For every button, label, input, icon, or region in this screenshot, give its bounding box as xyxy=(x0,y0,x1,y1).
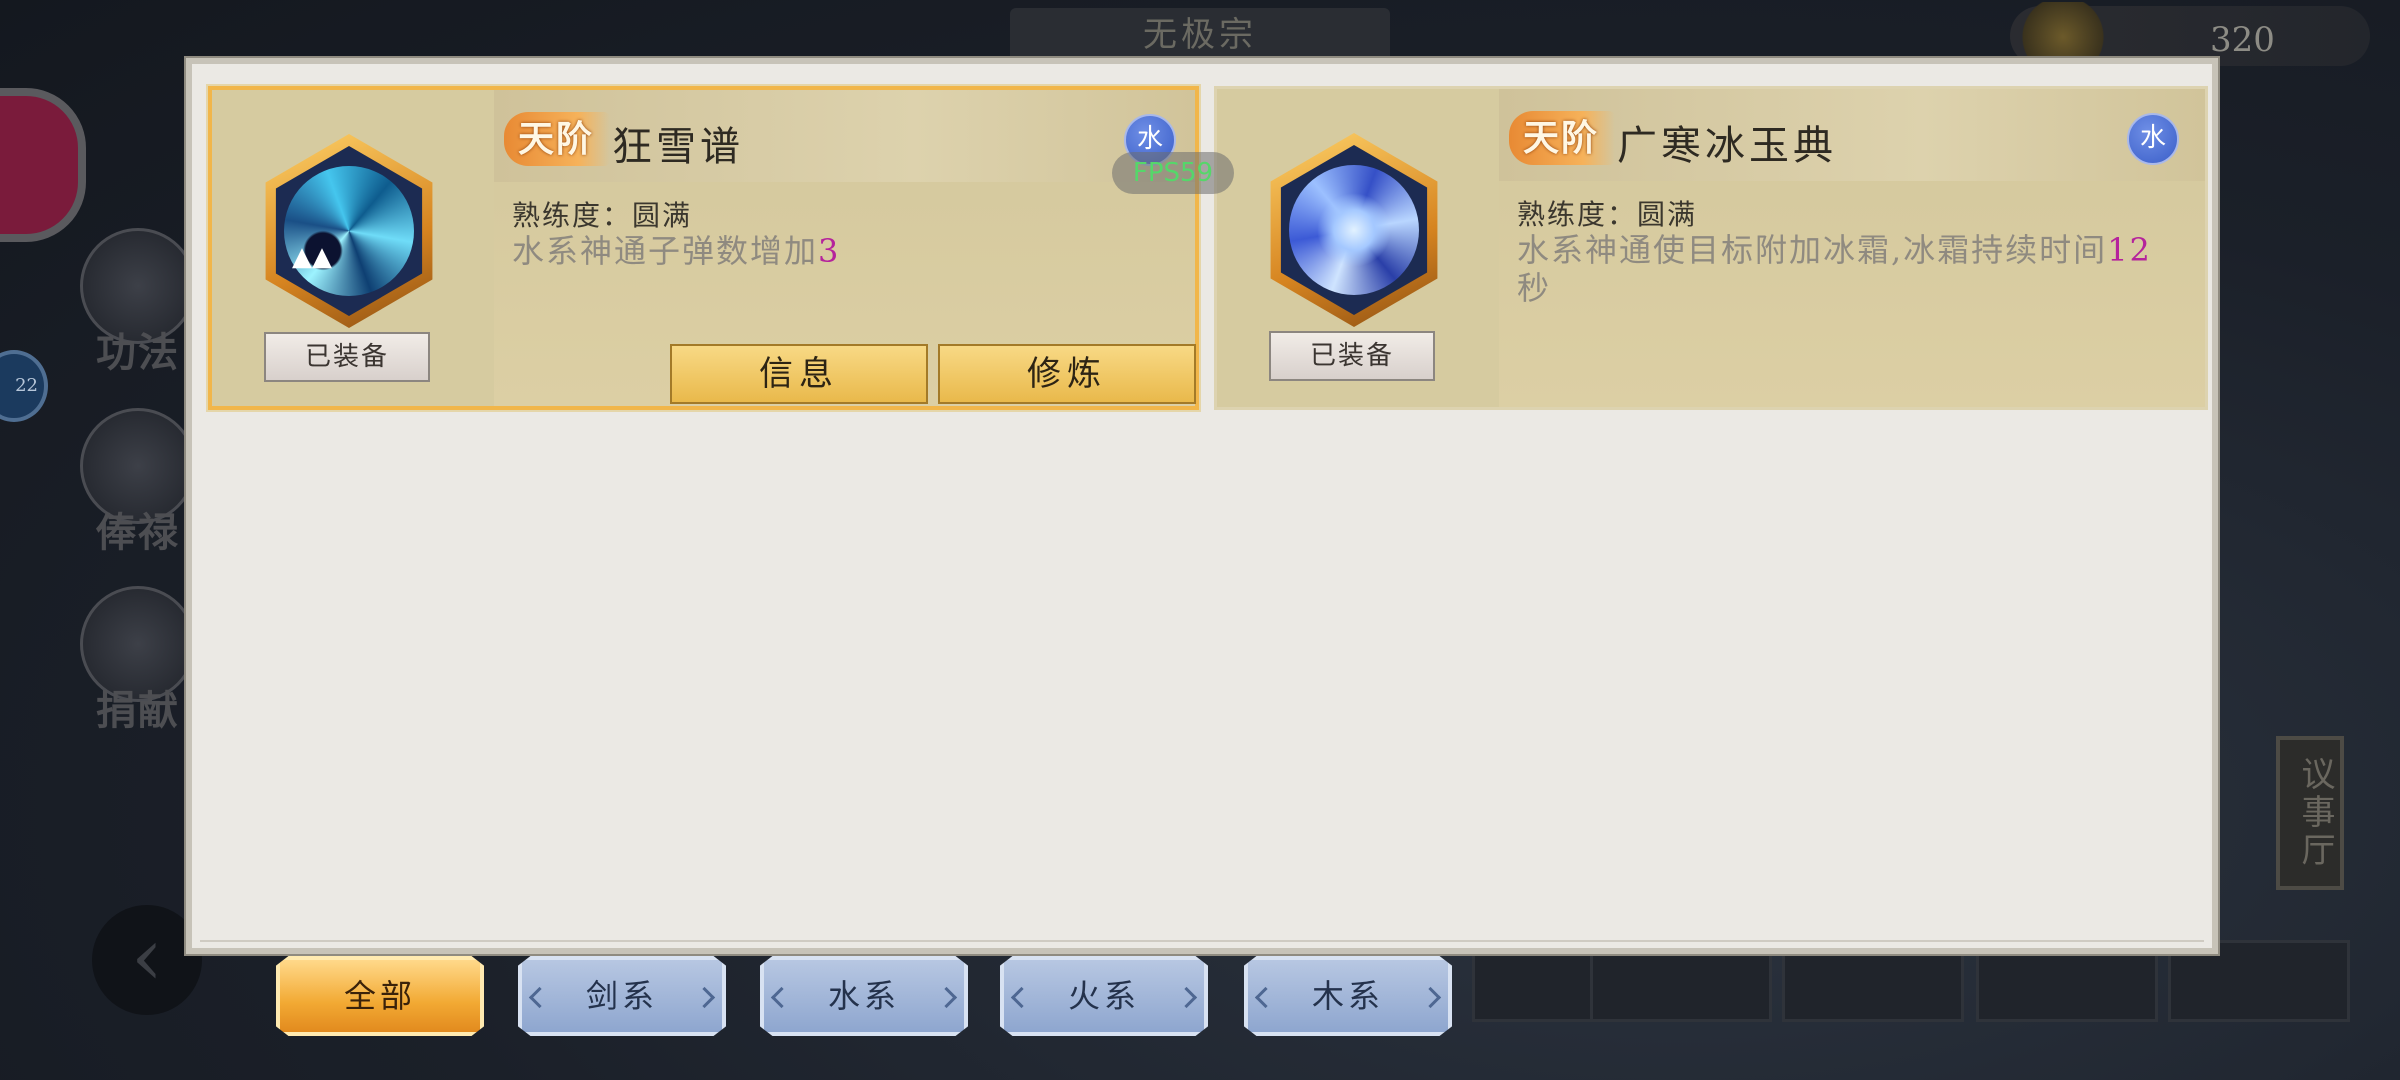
skill-description: 水系神通使目标附加冰霜,冰霜持续时间12秒 xyxy=(1517,231,2152,307)
tab-water[interactable]: 水系 xyxy=(760,956,968,1036)
tab-fire[interactable]: 火系 xyxy=(1000,956,1208,1036)
skill-description: 水系神通子弹数增加3 xyxy=(512,232,841,270)
mastery-text: 熟练度：圆满 xyxy=(512,199,693,232)
tab-all[interactable]: 全部 xyxy=(276,956,484,1036)
ice-vortex-icon: ▲▲ xyxy=(252,134,446,328)
train-button[interactable]: 修炼 xyxy=(938,344,1196,404)
skill-name: 广寒冰玉典 xyxy=(1617,123,1837,169)
desc-value: 12 xyxy=(2107,231,2152,269)
info-button[interactable]: 信息 xyxy=(670,344,928,404)
skill-name: 狂雪谱 xyxy=(612,124,744,170)
desc-value: 3 xyxy=(818,232,841,270)
sect-banner: 无极宗 xyxy=(1010,8,1390,62)
skill-card[interactable]: 已装备 天阶 广寒冰玉典 水 熟练度：圆满 水系神通使目标附加冰霜,冰霜持续时间… xyxy=(1214,86,2208,410)
side-label-skills: 功法 xyxy=(96,329,180,376)
mastery-text: 熟练度：圆满 xyxy=(1517,198,1698,231)
equipped-label: 已装备 xyxy=(264,332,430,382)
fps-counter: FPS59 xyxy=(1112,152,1234,194)
side-label-donate: 捐献 xyxy=(96,687,180,734)
water-element-icon: 水 xyxy=(2127,113,2179,165)
search-button[interactable] xyxy=(0,88,86,242)
council-hall-sign[interactable]: 议事厅 xyxy=(2276,736,2344,890)
tab-wood[interactable]: 木系 xyxy=(1244,956,1452,1036)
side-label-salary: 俸禄 xyxy=(96,509,180,556)
tier-tag: 天阶 xyxy=(1509,111,1615,165)
currency-value: 320 xyxy=(2210,20,2275,60)
skill-card-selected[interactable]: ▲▲ 已装备 天阶 狂雪谱 水 熟练度：圆满 水系神通子弹数增加3 信息 修炼 xyxy=(208,86,1199,410)
frost-orb-icon xyxy=(1257,133,1451,327)
tab-sword[interactable]: 剑系 xyxy=(518,956,726,1036)
equipped-label: 已装备 xyxy=(1269,331,1435,381)
tier-tag: 天阶 xyxy=(504,112,610,166)
